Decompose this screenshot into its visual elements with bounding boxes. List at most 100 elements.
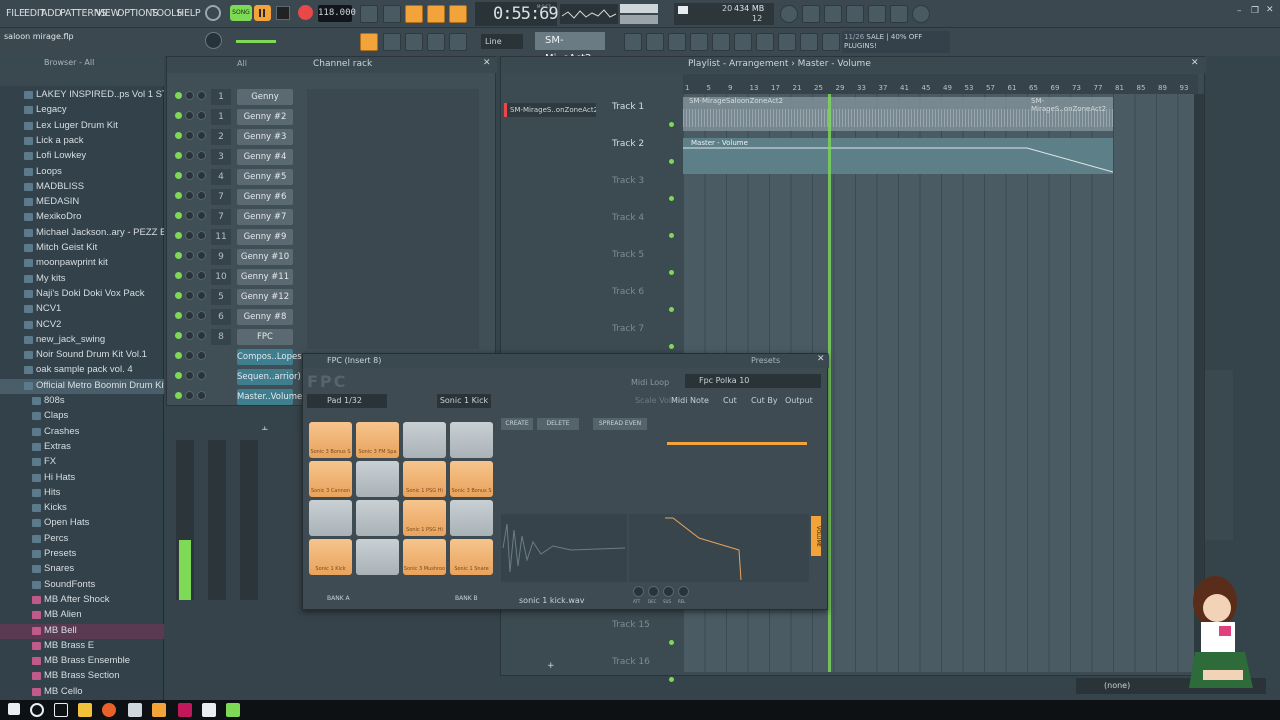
channel-enable-led[interactable] (175, 292, 182, 299)
channel-pan-knob[interactable] (185, 211, 194, 220)
search-icon[interactable] (30, 703, 44, 717)
channel-name-button[interactable]: Genny #11 (237, 269, 293, 285)
channel-enable-led[interactable] (175, 172, 182, 179)
channel-rack-icon[interactable] (668, 33, 686, 51)
envelope-knob[interactable] (633, 586, 644, 597)
channel-name-button[interactable]: Genny (237, 89, 293, 105)
channel-volume-knob[interactable] (197, 211, 206, 220)
browser-item[interactable]: Hits (0, 486, 164, 501)
snap-selector[interactable]: Line (481, 34, 523, 49)
bank-a-label[interactable]: BANK A (327, 595, 350, 602)
browser-item[interactable]: MB Brass Section (0, 669, 164, 684)
channel-pan-knob[interactable] (185, 171, 194, 180)
task-view-icon[interactable] (54, 703, 68, 717)
channel-name-button[interactable]: Genny #7 (237, 209, 293, 225)
browser-item[interactable]: MB Bell (0, 623, 164, 639)
metronome-button[interactable] (360, 5, 378, 23)
channel-enable-led[interactable] (175, 352, 182, 359)
channel-enable-led[interactable] (175, 132, 182, 139)
notepad-icon[interactable] (202, 703, 216, 717)
track-header[interactable]: Track 2 (609, 131, 679, 168)
channel-mixer-track[interactable]: 3 (211, 149, 231, 165)
menu-help[interactable]: HELP (177, 8, 201, 19)
project-icon[interactable] (734, 33, 752, 51)
envelope-knob[interactable] (678, 586, 689, 597)
channel-mixer-track[interactable]: 9 (211, 249, 231, 265)
menu-add[interactable]: ADD (41, 8, 62, 19)
channel-volume-knob[interactable] (197, 171, 206, 180)
channel-name-button[interactable]: Genny #12 (237, 289, 293, 305)
master-volume-slider[interactable] (620, 4, 658, 13)
browser-item[interactable]: moonpawprint kit (0, 256, 164, 271)
channel-pan-knob[interactable] (185, 311, 194, 320)
channel-volume-knob[interactable] (197, 331, 206, 340)
browser-item[interactable]: Loops (0, 165, 164, 180)
browser-item[interactable]: MexikoDro (0, 210, 164, 225)
link-icon[interactable] (427, 33, 445, 51)
layer-range-bar[interactable] (667, 442, 807, 445)
channel-name-button[interactable]: Genny #6 (237, 189, 293, 205)
channel-pan-knob[interactable] (185, 191, 194, 200)
minimize-icon[interactable]: – (1237, 6, 1242, 16)
channel-name-button[interactable]: Genny #5 (237, 169, 293, 185)
browser-item[interactable]: Naji's Doki Doki Vox Pack (0, 287, 164, 302)
channel-mixer-track[interactable]: 4 (211, 169, 231, 185)
channel-enable-led[interactable] (175, 212, 182, 219)
channel-name-button[interactable]: Genny #8 (237, 309, 293, 325)
menu-file[interactable]: FILE (6, 8, 25, 19)
spread-even-button[interactable]: SPREAD EVEN (593, 418, 647, 430)
master-knob[interactable] (205, 32, 222, 49)
browser-item[interactable]: MB After Shock (0, 593, 164, 608)
channel-name-button[interactable]: Sequen..arrior) (237, 369, 301, 385)
track-mute-led[interactable] (669, 270, 674, 275)
sample-name[interactable]: sonic 1 kick.wav (519, 596, 585, 605)
timeline-ruler[interactable]: 1 5 9 13 17 21 25 29 33 37 41 45 49 53 57 61 65 69 73 77 81 8… (683, 74, 1198, 94)
channel-name-button[interactable]: Genny #2 (237, 109, 293, 125)
download-icon[interactable] (822, 33, 840, 51)
channel-pan-knob[interactable] (185, 151, 194, 160)
channel-mixer-track[interactable]: 7 (211, 209, 231, 225)
fpc-pad[interactable]: Sonic 3 FM Spa (356, 422, 399, 458)
channel-filter[interactable]: All (237, 59, 247, 68)
track-header[interactable]: Track 3 (609, 168, 679, 205)
firefox-icon[interactable] (102, 703, 116, 717)
fpc-pad[interactable]: Sonic 3 Bonus S (309, 422, 352, 458)
browser-item[interactable]: MEDASIN (0, 195, 164, 210)
channel-enable-led[interactable] (175, 332, 182, 339)
channel-volume-knob[interactable] (197, 111, 206, 120)
media-app-icon[interactable] (178, 703, 192, 717)
mixer-view-icon[interactable] (690, 33, 708, 51)
channel-enable-led[interactable] (175, 272, 182, 279)
track-header[interactable]: Track 7 (609, 316, 679, 353)
track-header[interactable]: Track 5 (609, 242, 679, 279)
channel-volume-knob[interactable] (197, 371, 206, 380)
browser-item[interactable]: LAKEY INSPIRED..ps Vol 1 STEMS (0, 88, 164, 103)
fpc-pad[interactable]: Sonic 3 Bonus S (450, 461, 493, 497)
channel-name-button[interactable]: Genny #3 (237, 129, 293, 145)
browser-item[interactable]: Kicks (0, 501, 164, 516)
insert-2-strip[interactable] (240, 440, 258, 600)
browser-item[interactable]: Michael Jackson..ary - PEZZ BEATS (0, 226, 164, 241)
channel-volume-knob[interactable] (197, 131, 206, 140)
save-icon[interactable] (868, 5, 886, 23)
browser-item[interactable]: MB Cello (0, 685, 164, 700)
track-mute-led[interactable] (669, 159, 674, 164)
insert-1-strip[interactable] (208, 440, 226, 600)
track-mute-led[interactable] (669, 344, 674, 349)
channel-volume-knob[interactable] (197, 391, 206, 400)
playhead[interactable] (828, 94, 831, 672)
channel-mixer-track[interactable]: 6 (211, 309, 231, 325)
track-header[interactable]: Track 6 (609, 279, 679, 316)
track-header[interactable]: Track 15 (609, 612, 679, 649)
help-icon[interactable] (846, 5, 864, 23)
envelope-knob[interactable] (648, 586, 659, 597)
channel-pan-knob[interactable] (185, 251, 194, 260)
channel-mixer-track[interactable]: 1 (211, 109, 231, 125)
browser-item[interactable]: MB Brass Ensemble (0, 654, 164, 669)
pencil-icon[interactable] (405, 33, 423, 51)
mixer-icon[interactable] (890, 5, 908, 23)
piano-roll-snap-icon[interactable] (360, 33, 378, 51)
channel-pan-knob[interactable] (185, 271, 194, 280)
track-mute-led[interactable] (669, 640, 674, 645)
fpc-pad[interactable] (356, 461, 399, 497)
